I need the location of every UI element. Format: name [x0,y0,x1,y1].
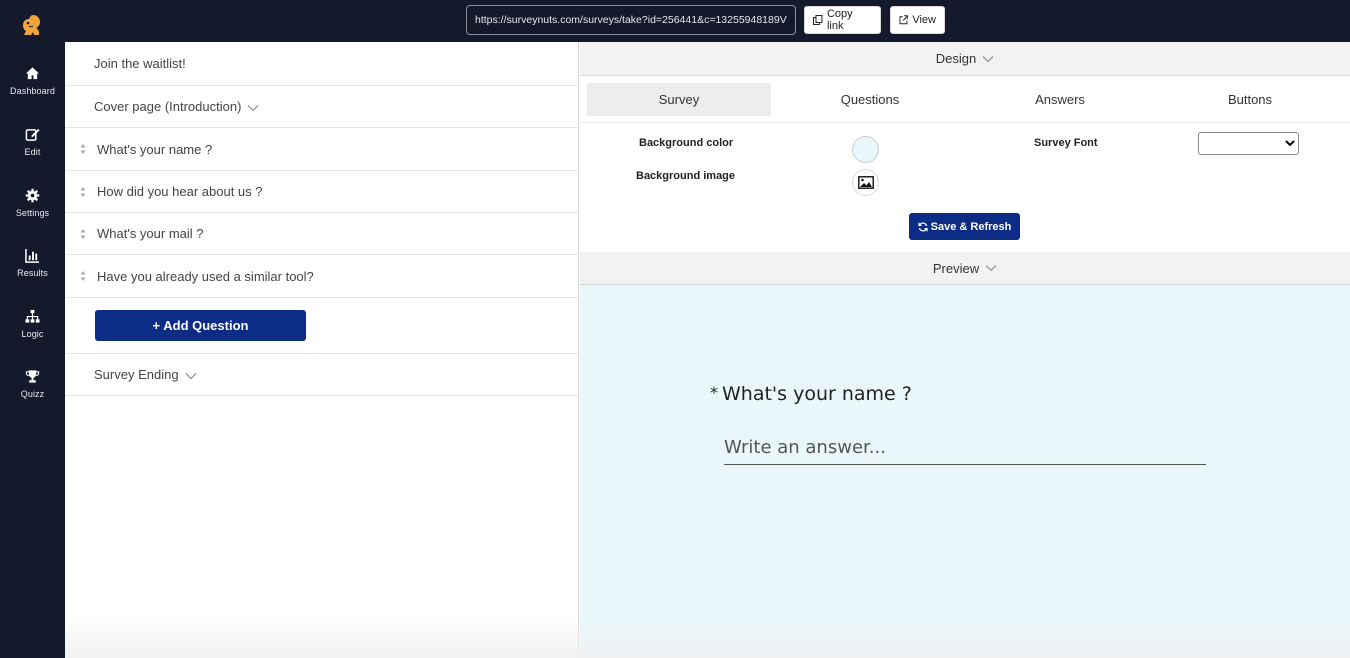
tab-buttons[interactable]: Buttons [1158,83,1342,116]
drag-handle-icon[interactable] [80,144,86,154]
save-refresh-button[interactable]: Save & Refresh [909,213,1020,240]
nav-results[interactable]: Results [0,248,65,300]
background-image-button[interactable] [852,169,879,196]
survey-title-row[interactable]: Join the waitlist! [65,42,579,86]
survey-font-label: Survey Font [1034,137,1098,149]
trophy-icon [25,370,40,383]
question-row[interactable]: What's your mail ? [65,213,579,255]
add-question-button[interactable]: + Add Question [95,310,306,341]
question-label: What's your mail ? [97,226,204,241]
required-marker: * [710,383,718,402]
survey-title: Join the waitlist! [94,56,186,71]
survey-structure-panel: Join the waitlist! Cover page (Introduct… [65,42,579,658]
survey-ending-row[interactable]: Survey Ending [65,354,579,396]
nav-settings-label: Settings [15,208,50,218]
preview-header[interactable]: Preview [580,252,1350,285]
background-image-label: Background image [636,170,736,182]
design-header[interactable]: Design [580,42,1350,76]
preview-question-title: * What's your name ? [710,383,912,405]
chevron-down-icon [247,104,259,111]
nav-logic[interactable]: Logic [0,309,65,361]
copy-link-label: Copy link [826,8,853,32]
side-nav: Dashboard Edit Settings Results Logic Qu… [0,0,65,658]
top-bar: Copy link View [65,0,1350,42]
chevron-down-icon [185,372,197,379]
nav-edit[interactable]: Edit [0,127,65,179]
edit-icon [25,128,40,141]
cover-page-row[interactable]: Cover page (Introduction) [65,86,579,128]
design-tabs: Survey Questions Answers Buttons [580,76,1350,123]
external-link-icon [899,15,909,25]
nav-dashboard-label: Dashboard [10,86,55,96]
view-button[interactable]: View [890,6,945,34]
question-row[interactable]: Have you already used a similar tool? [65,255,579,298]
drag-handle-icon[interactable] [80,186,86,197]
survey-ending-label: Survey Ending [94,367,179,382]
preview-question-text: What's your name ? [722,383,912,405]
question-row[interactable]: How did you hear about us ? [65,171,579,213]
design-header-label: Design [935,51,977,66]
refresh-icon [917,221,928,232]
question-row[interactable]: What's your name ? [65,128,579,171]
drag-handle-icon[interactable] [80,228,86,239]
cover-page-label: Cover page (Introduction) [94,99,242,114]
nav-logic-label: Logic [21,329,44,339]
squirrel-logo-icon[interactable] [19,13,43,37]
survey-preview: * What's your name ? [580,285,1350,658]
nav-quizz-label: Quizz [20,389,45,399]
tab-survey[interactable]: Survey [587,83,771,116]
preview-answer-input[interactable] [724,430,1206,465]
view-label: View [912,14,936,26]
nav-dashboard[interactable]: Dashboard [0,66,65,118]
drag-handle-icon[interactable] [80,271,86,281]
sitemap-icon [25,309,40,323]
survey-url-field[interactable] [466,5,796,35]
survey-font-select[interactable] [1198,132,1299,155]
copy-icon [813,15,823,25]
nav-settings[interactable]: Settings [0,188,65,240]
chevron-down-icon [982,55,994,62]
question-label: How did you hear about us ? [97,184,263,199]
bar-chart-icon [25,248,40,263]
copy-link-button[interactable]: Copy link [804,6,881,34]
gear-icon [25,188,40,203]
nav-results-label: Results [17,268,48,278]
nav-edit-label: Edit [24,147,41,157]
save-refresh-label: Save & Refresh [930,220,1012,233]
background-color-label: Background color [639,137,734,149]
background-color-picker[interactable] [852,136,879,163]
tab-answers[interactable]: Answers [968,83,1152,116]
nav-quizz[interactable]: Quizz [0,369,65,421]
question-label: Have you already used a similar tool? [97,268,314,284]
home-icon [25,67,40,80]
design-panel: Design Survey Questions Answers Buttons … [580,42,1350,658]
image-icon [857,176,874,189]
tab-questions[interactable]: Questions [778,83,962,116]
chevron-down-icon [985,265,997,272]
question-label: What's your name ? [97,141,213,157]
preview-header-label: Preview [932,260,980,276]
